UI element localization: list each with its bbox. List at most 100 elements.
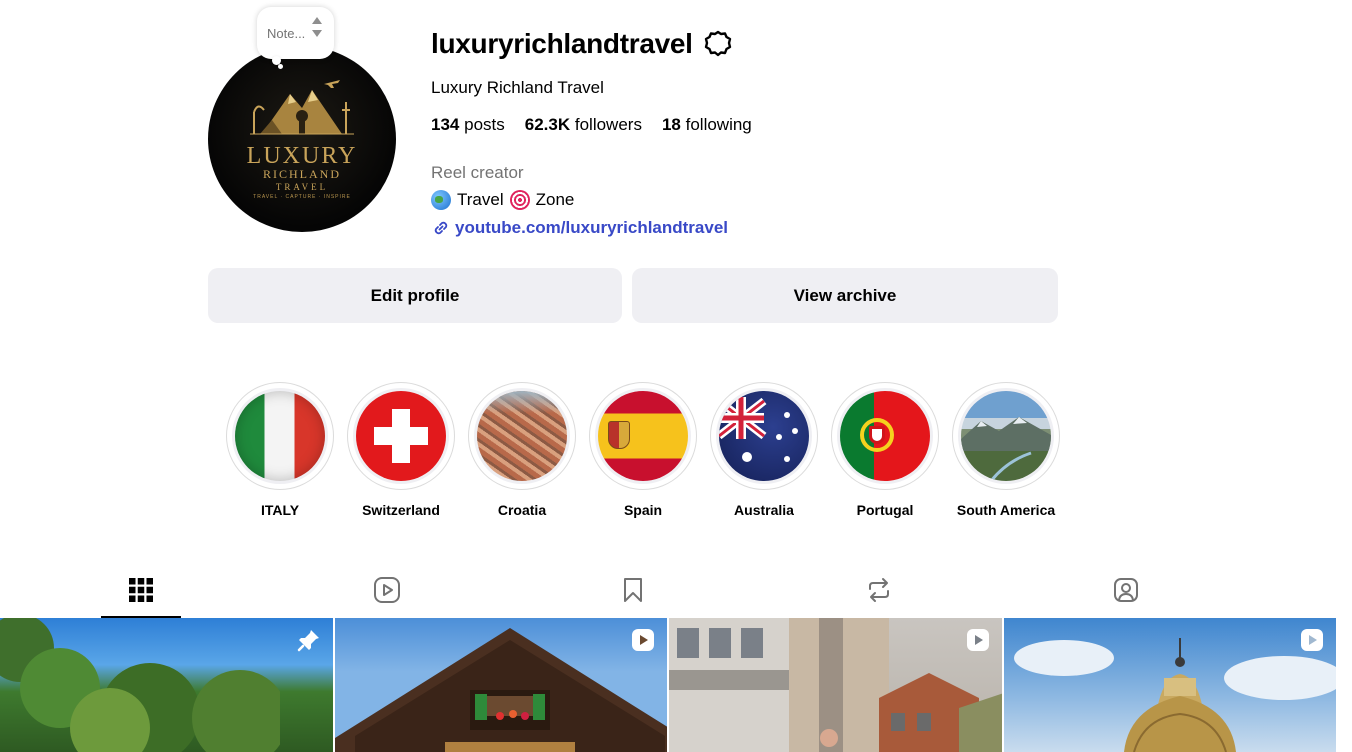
note-text: Note... [267,25,306,41]
post-town-art [669,618,1002,752]
posts-label: posts [464,115,505,134]
croatia-sky-overlay [477,391,567,413]
globe-icon [431,190,451,210]
logo-tagline: TRAVEL · CAPTURE · INSPIRE [253,193,351,200]
croatia-city-image [477,391,567,481]
story-highlights: ITALY Switzerland Croatia Spain Australi… [226,382,1060,518]
link-icon [434,221,448,235]
australia-flag-image [719,391,809,481]
highlight-spain[interactable]: Spain [589,382,697,518]
posts-grid [0,618,1336,752]
highlight-inner [353,388,449,484]
highlight-ring [952,382,1060,490]
tab-reels[interactable] [347,562,427,618]
edit-profile-button[interactable]: Edit profile [208,268,622,323]
highlight-ring [226,382,334,490]
spain-coat-of-arms [608,421,630,449]
highlight-label: Switzerland [362,502,440,518]
arrow-up-icon [312,17,322,24]
logo-subtitle: RICHLAND [263,167,341,182]
italy-flag-image [235,391,325,481]
following-label: following [685,115,752,134]
profile-bio: Travel Zone [431,190,574,210]
post-tile[interactable] [0,618,333,752]
followers-count: 62.3K [524,115,571,134]
portugal-shield [869,426,885,444]
highlight-label: Australia [734,502,794,518]
following-count: 18 [661,115,681,134]
highlight-south-america[interactable]: South America [952,382,1060,518]
highlight-ring [710,382,818,490]
highlight-ring [347,382,455,490]
reel-icon [1301,629,1323,651]
post-tile[interactable] [334,618,667,752]
tab-tagged[interactable] [1086,562,1166,618]
highlight-croatia[interactable]: Croatia [468,382,576,518]
tab-saved[interactable] [593,562,673,618]
switzerland-flag-image [356,391,446,481]
reels-icon [374,577,400,603]
posts-count: 134 [431,115,460,134]
full-name: Luxury Richland Travel [431,78,604,97]
profile-avatar[interactable]: LUXURY RICHLAND TRAVEL TRAVEL · CAPTURE … [208,46,396,234]
highlight-italy[interactable]: ITALY [226,382,334,518]
highlight-ring [831,382,939,490]
grid-icon [129,578,153,602]
profile-link[interactable]: youtube.com/luxuryrichlandtravel [431,218,728,238]
profile-stats: 134 posts 62.3K followers 18 following [431,115,752,135]
reel-icon [632,629,654,651]
highlight-ring [589,382,697,490]
swiss-cross-horizontal [374,427,428,445]
view-archive-button[interactable]: View archive [632,268,1058,323]
highlight-label: ITALY [260,502,300,518]
highlight-label: South America [956,502,1056,518]
highlight-inner [474,388,570,484]
post-trees-art [0,618,280,752]
highlight-inner [837,388,933,484]
tagged-icon [1114,578,1138,602]
bio-word-travel: Travel [457,190,504,209]
target-icon [509,190,530,210]
highlight-portugal[interactable]: Portugal [831,382,939,518]
highlight-switzerland[interactable]: Switzerland [347,382,455,518]
post-tile[interactable] [669,618,1002,752]
avatar-logo: LUXURY RICHLAND TRAVEL TRAVEL · CAPTURE … [208,46,396,232]
highlight-australia[interactable]: Australia [710,382,818,518]
settings-gear-icon[interactable] [703,29,733,59]
highlight-label: Portugal [856,502,914,518]
note-arrows [312,17,322,37]
note-bubble-tail-dot [278,64,283,69]
tab-reposts[interactable] [839,562,919,618]
note-bubble[interactable]: Note... [257,7,334,59]
post-chalet-art [334,628,667,752]
highlight-label: Spain [623,502,663,518]
profile-category: Reel creator [431,163,524,182]
portugal-flag-image [840,391,930,481]
logo-wordmark: LUXURY [246,143,358,170]
bio-word-zone: Zone [535,190,575,209]
post-tile[interactable] [1003,618,1336,752]
highlight-ring [468,382,576,490]
following-stat[interactable]: 18 following [662,115,752,135]
posts-stat: 134 posts [431,115,505,135]
pin-icon [297,630,319,652]
tab-posts[interactable] [101,562,181,618]
australia-flag-art [719,397,798,462]
post-dome-art [1013,638,1336,752]
highlight-inner [958,388,1054,484]
profile-link-text: youtube.com/luxuryrichlandtravel [455,218,729,237]
highlight-inner [716,388,812,484]
logo-subtitle-2: TRAVEL [275,181,329,192]
mountain-valley-image [961,391,1051,481]
username-row: luxuryrichlandtravel [431,28,733,60]
reposts-icon [869,578,889,602]
logo-mountain-art [250,80,354,135]
highlight-inner [595,388,691,484]
spain-flag-image [598,391,688,481]
username: luxuryrichlandtravel [431,28,693,59]
profile-tabs [0,562,1336,618]
followers-stat[interactable]: 62.3K followers [525,115,642,135]
valley-mountains-art [961,417,1051,481]
highlight-inner [232,388,328,484]
followers-label: followers [574,115,642,134]
